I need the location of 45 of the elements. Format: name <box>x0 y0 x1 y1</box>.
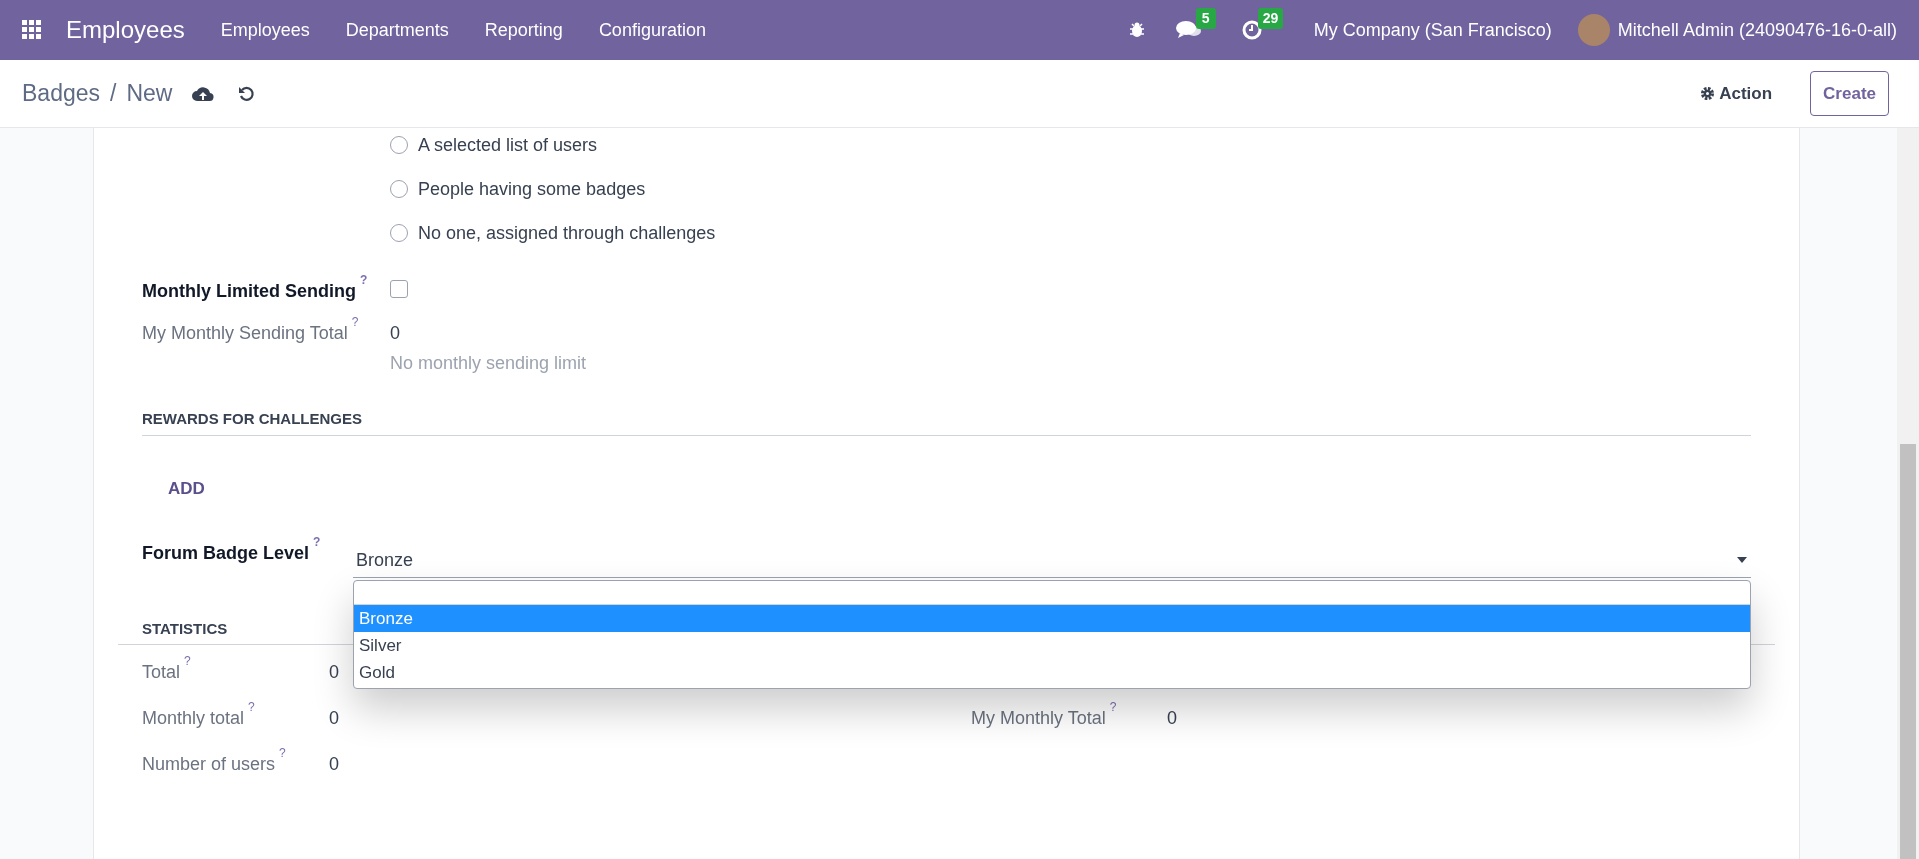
dropdown-option[interactable]: Gold <box>354 658 1750 686</box>
stat-value: 0 <box>329 706 339 730</box>
scrollbar[interactable] <box>1897 128 1919 859</box>
radio-label: A selected list of users <box>418 133 598 157</box>
undo-icon[interactable] <box>238 84 257 103</box>
caret-icon <box>1737 557 1747 563</box>
checkbox[interactable] <box>390 280 408 298</box>
add-button[interactable]: ADD <box>168 475 205 501</box>
stat-value: 0 <box>329 752 339 776</box>
field-label: My Monthly Sending Total $^{?}$ <box>142 318 360 345</box>
breadcrumb-link[interactable]: Badges <box>22 76 100 111</box>
clock-icon[interactable] <box>1241 20 1262 40</box>
help-tooltip-mark[interactable]: ? <box>313 534 321 549</box>
dropdown-option[interactable]: Silver <box>354 631 1750 659</box>
field-label: Forum Badge Level $^{?}$ <box>142 537 322 565</box>
field-label: Monthly Limited Sending $^{?}$ <box>142 276 369 303</box>
bug-icon[interactable] <box>1127 21 1146 39</box>
message-count-badge: 5 <box>1195 8 1216 29</box>
menu-item[interactable]: Departments <box>345 16 449 44</box>
activity-count-badge: 29 <box>1257 8 1284 29</box>
action-menu-button[interactable]: Action <box>1700 80 1773 107</box>
app-grid-icon[interactable] <box>22 20 42 40</box>
radio-label: No one, assigned through challenges <box>418 221 716 245</box>
company-switcher[interactable]: My Company (San Francisco) <box>1313 16 1552 44</box>
select-field[interactable]: Bronze <box>353 543 1751 578</box>
field-hint: No monthly sending limit <box>390 352 587 375</box>
chat-icon[interactable] <box>1175 20 1202 40</box>
app-name[interactable]: Employees <box>66 12 185 48</box>
menu-item[interactable]: Reporting <box>484 16 563 44</box>
user-menu[interactable]: Mitchell Admin (24090476-16-0-all) <box>1617 16 1897 44</box>
radio-label: People having some badges <box>418 177 646 201</box>
help-tooltip-mark[interactable]: ? <box>360 273 368 287</box>
menu-item[interactable]: Employees <box>220 16 310 44</box>
stat-value: 0 <box>329 660 339 684</box>
section-heading: REWARDS FOR CHALLENGES <box>142 408 1751 436</box>
breadcrumb-current: New <box>126 79 173 109</box>
menu-item[interactable]: Configuration <box>598 16 706 44</box>
stat-value: 0 <box>1167 706 1177 730</box>
cloud-upload-icon[interactable] <box>192 85 215 102</box>
breadcrumb-separator: / <box>110 79 117 109</box>
create-button[interactable]: Create <box>1810 71 1889 116</box>
gear-icon <box>1700 86 1716 101</box>
field-value: 0 <box>390 322 401 345</box>
dropdown-option[interactable]: Bronze <box>354 604 1750 632</box>
help-tooltip-mark[interactable]: ? <box>351 315 359 329</box>
